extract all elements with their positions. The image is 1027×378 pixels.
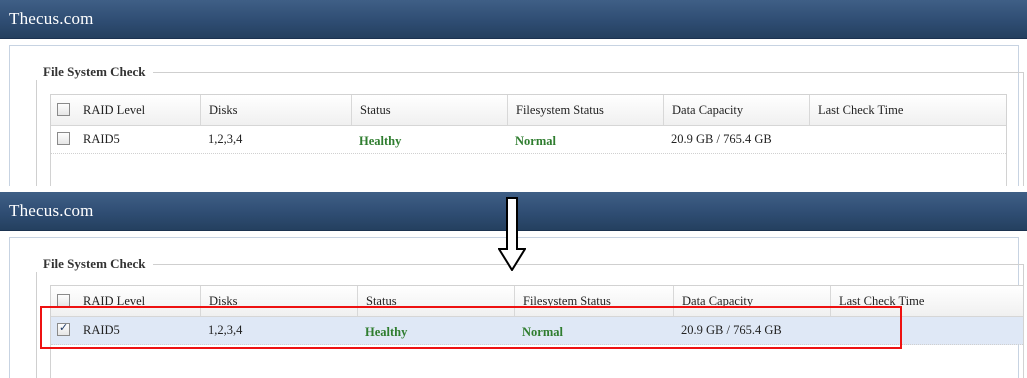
app-title: Thecus.com [9,201,94,220]
content-area: File System Check RAID Level Disks Statu… [9,45,1024,186]
app-title: Thecus.com [9,9,94,28]
cell-raid-level: RAID5 [83,132,120,146]
header-select-all[interactable] [51,95,75,125]
row-select[interactable] [51,126,75,153]
cell-status: Healthy [359,134,402,148]
panel-before: Thecus.com File System Check RAID Level … [0,0,1027,186]
raid-grid: RAID Level Disks Status Filesystem Statu… [50,94,1007,186]
highlight-selected-row [40,306,902,349]
column-header-filesystem-status[interactable]: Filesystem Status [507,95,663,125]
titlebar: Thecus.com [0,0,1027,39]
column-header-raid-level[interactable]: RAID Level [75,95,199,125]
column-header-data-capacity[interactable]: Data Capacity [663,95,809,125]
grid-header: RAID Level Disks Status Filesystem Statu… [51,95,1006,126]
down-arrow-icon [498,197,526,271]
cell-filesystem-status: Normal [515,134,556,148]
column-header-last-check-time[interactable]: Last Check Time [809,95,985,125]
section-title: File System Check [36,64,153,80]
section-title: File System Check [36,256,153,272]
select-all-checkbox[interactable] [57,103,70,116]
column-header-disks[interactable]: Disks [200,95,351,125]
cell-disks: 1,2,3,4 [208,132,243,146]
row-checkbox[interactable] [57,132,70,145]
cell-data-capacity: 20.9 GB / 765.4 GB [671,132,772,146]
column-header-status[interactable]: Status [351,95,507,125]
table-row[interactable]: RAID5 1,2,3,4 Healthy Normal 20.9 GB / 7… [51,126,1006,154]
